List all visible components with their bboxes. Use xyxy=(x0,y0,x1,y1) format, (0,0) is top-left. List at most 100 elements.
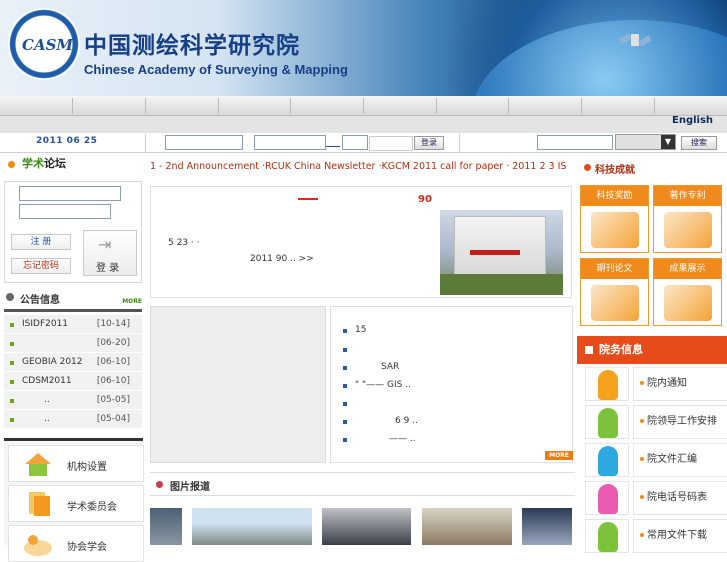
office-item-notices[interactable]: 院内通知 xyxy=(585,367,727,401)
notice-item[interactable]: GEOBIA 2012 [06-10] xyxy=(4,353,142,372)
results-showcase-tile[interactable]: 成果展示 xyxy=(653,258,722,326)
journal-papers-tile[interactable]: 期刊论文 xyxy=(580,258,649,326)
chevron-down-icon[interactable]: ▼ xyxy=(661,135,675,149)
report-photo[interactable] xyxy=(192,508,312,545)
bullet-icon xyxy=(343,420,347,424)
tech-title: 科技成就 xyxy=(595,165,635,176)
person-icon xyxy=(585,519,629,553)
notice-item[interactable]: .. [05-04] xyxy=(4,410,142,429)
person-icon xyxy=(585,405,629,439)
forum-tab-label-a: 学术 xyxy=(22,157,44,170)
username-input[interactable] xyxy=(165,135,243,150)
headline-number[interactable]: 90 xyxy=(418,194,432,205)
tile-label: 著作专利 xyxy=(654,186,721,206)
academic-committee-link[interactable]: 学术委员会 xyxy=(8,485,144,522)
bullet-icon xyxy=(156,481,163,488)
english-link[interactable]: English xyxy=(672,115,713,126)
notice-item[interactable]: [06-20] xyxy=(4,334,142,353)
office-item-phonebook[interactable]: 院电话号码表 xyxy=(585,481,727,515)
headline-text-line[interactable]: 2011 90 .. >> xyxy=(250,254,314,264)
field-separator xyxy=(326,146,340,147)
notice-item-title[interactable]: ISIDF2011 xyxy=(22,315,68,334)
notice-header: 公告信息 MORE xyxy=(4,288,144,308)
notebook-icon xyxy=(591,285,639,321)
register-button[interactable]: 注 册 xyxy=(11,234,71,250)
forum-password-input[interactable] xyxy=(19,204,111,219)
award-icon xyxy=(591,212,639,248)
report-photo[interactable] xyxy=(150,508,182,545)
patents-tile[interactable]: 著作专利 xyxy=(653,185,722,253)
photo-report-header: 图片报道 xyxy=(150,472,575,496)
office-item-downloads[interactable]: 常用文件下载 xyxy=(585,519,727,553)
search-button[interactable]: 搜索 xyxy=(681,136,717,150)
forum-login-box: 注 册 忘记密码 ⇥ 登 录 xyxy=(4,181,142,283)
nav-divider xyxy=(290,98,291,114)
search-input[interactable] xyxy=(537,135,613,150)
forum-username-input[interactable] xyxy=(19,186,121,201)
photo-slideshow[interactable] xyxy=(150,306,326,463)
tile-label: 成果展示 xyxy=(654,259,721,279)
nav-divider xyxy=(145,98,146,114)
bullet-icon xyxy=(343,438,347,442)
password-input[interactable] xyxy=(254,135,326,150)
notice-item[interactable]: CDSM2011 [06-10] xyxy=(4,372,142,391)
office-item-schedule[interactable]: 院领导工作安排 xyxy=(585,405,727,439)
notice-item-date: [06-10] xyxy=(96,376,130,386)
divider xyxy=(145,134,146,152)
org-structure-label: 机构设置 xyxy=(67,462,107,473)
forum-tab[interactable]: 学术论坛 xyxy=(0,153,145,177)
nav-divider xyxy=(508,98,509,114)
report-photo[interactable] xyxy=(522,508,572,545)
captcha-input[interactable] xyxy=(342,135,368,150)
bullet-icon xyxy=(585,346,593,354)
office-item-documents[interactable]: 院文件汇编 xyxy=(585,443,727,477)
notice-item-title[interactable]: GEOBIA 2012 xyxy=(22,353,83,372)
list-item-text[interactable]: SAR xyxy=(381,362,399,372)
forum-login-button[interactable]: ⇥ 登 录 xyxy=(83,230,137,276)
bullet-icon xyxy=(10,342,14,346)
office-title: 院务信息 xyxy=(599,343,643,356)
news-more-link[interactable]: MORE xyxy=(545,451,573,460)
office-info-header: 院务信息 xyxy=(577,336,727,364)
office-item-label[interactable]: 常用文件下载 xyxy=(633,519,727,553)
notice-item[interactable]: ISIDF2011 [10-14] xyxy=(4,315,142,334)
report-photo[interactable] xyxy=(322,508,411,545)
list-item-text[interactable]: —— .. xyxy=(389,434,416,444)
report-photo[interactable] xyxy=(422,508,512,545)
notice-more-link[interactable]: MORE xyxy=(122,298,142,305)
person-icon xyxy=(585,367,629,401)
org-structure-link[interactable]: 机构设置 xyxy=(8,445,144,482)
office-item-label[interactable]: 院电话号码表 xyxy=(633,481,727,515)
notice-item[interactable]: .. [05-05] xyxy=(4,391,142,410)
office-item-label[interactable]: 院领导工作安排 xyxy=(633,405,727,439)
notice-item-date: [05-05] xyxy=(96,395,130,405)
list-item-text[interactable]: " "—— GIS .. xyxy=(355,380,411,390)
office-item-label[interactable]: 院内通知 xyxy=(633,367,727,401)
notice-item-title[interactable]: CDSM2011 xyxy=(22,372,72,391)
top-login-button[interactable]: 登录 xyxy=(414,136,444,150)
news-ticker[interactable]: 1 - 2nd Announcement ·RCUK China Newslet… xyxy=(150,156,575,178)
nav-divider xyxy=(218,98,219,114)
search-category-select[interactable]: ▼ xyxy=(615,134,676,150)
notice-item-date: [10-14] xyxy=(96,319,130,329)
sub-nav xyxy=(0,116,727,133)
notice-item-title[interactable]: .. xyxy=(44,391,50,410)
bullet-icon xyxy=(343,402,347,406)
list-item-text[interactable]: 6 9 .. xyxy=(395,416,418,426)
list-item-text[interactable]: 15 xyxy=(355,325,366,335)
logo-text: CASM xyxy=(22,36,74,54)
tech-achievements-header: 科技成就 xyxy=(582,157,727,179)
building-image xyxy=(454,216,546,278)
notice-item-date: [05-04] xyxy=(96,414,130,424)
trees-image xyxy=(440,274,563,295)
showcase-icon xyxy=(664,285,712,321)
forgot-password-button[interactable]: 忘记密码 xyxy=(11,258,71,274)
news-list: 15 SAR " "—— GIS .. 6 9 .. —— .. xyxy=(330,306,573,463)
person-icon xyxy=(585,443,629,477)
tech-awards-tile[interactable]: 科技奖励 xyxy=(580,185,649,253)
office-item-label[interactable]: 院文件汇编 xyxy=(633,443,727,477)
notice-item-title[interactable]: .. xyxy=(44,410,50,429)
headline-photo[interactable] xyxy=(440,210,563,295)
notice-divider xyxy=(4,309,142,312)
associations-link[interactable]: 协会学会 xyxy=(8,525,144,562)
